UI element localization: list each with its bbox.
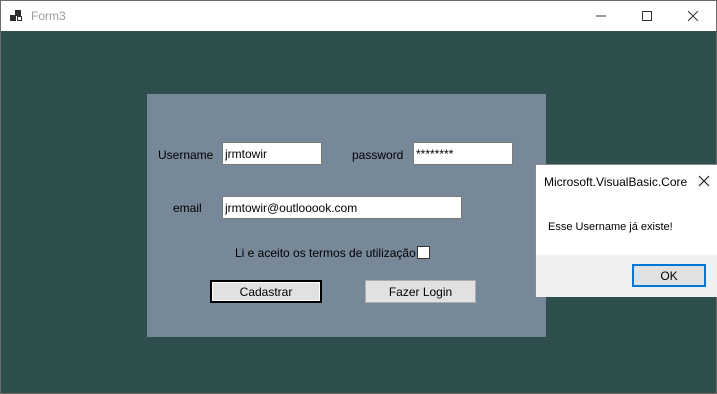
- close-icon: [698, 175, 710, 187]
- close-button[interactable]: [670, 1, 716, 31]
- registration-panel: Username password email Li e aceito os t…: [147, 94, 546, 337]
- ok-button[interactable]: OK: [632, 264, 706, 287]
- title-bar[interactable]: Form3: [1, 1, 716, 31]
- message-box-title: Microsoft.VisualBasic.Core: [544, 175, 688, 189]
- minimize-icon: [596, 15, 606, 17]
- message-box-footer: OK: [536, 255, 717, 297]
- minimize-button[interactable]: [578, 1, 624, 31]
- terms-label: Li e aceito os termos de utilização: [235, 246, 416, 260]
- maximize-button[interactable]: [624, 1, 670, 31]
- form-app-icon: [10, 9, 24, 23]
- email-input[interactable]: [222, 196, 462, 219]
- password-input[interactable]: [413, 142, 513, 165]
- email-label: email: [173, 201, 202, 215]
- window-title: Form3: [31, 9, 66, 23]
- form3-window: Form3 Username password email Li e aceit…: [0, 0, 717, 394]
- message-box: Microsoft.VisualBasic.Core Esse Username…: [535, 164, 717, 297]
- terms-checkbox[interactable]: [417, 246, 430, 259]
- maximize-icon: [642, 11, 652, 21]
- message-box-text: Esse Username já existe!: [548, 221, 673, 233]
- password-label: password: [352, 148, 404, 162]
- register-button[interactable]: Cadastrar: [210, 280, 322, 303]
- username-label: Username: [158, 148, 214, 162]
- username-input[interactable]: [222, 142, 322, 165]
- login-button[interactable]: Fazer Login: [365, 280, 476, 303]
- close-icon: [688, 11, 698, 21]
- message-box-close-button[interactable]: [696, 173, 712, 189]
